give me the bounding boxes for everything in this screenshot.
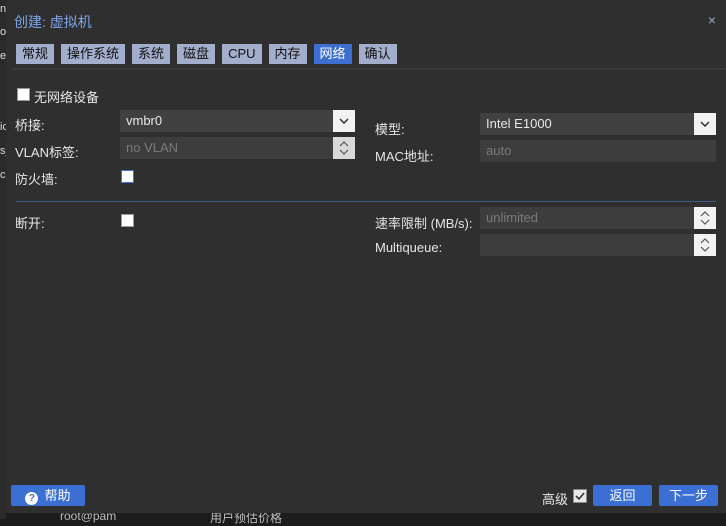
check-icon <box>575 492 585 501</box>
disconnect-checkbox[interactable] <box>121 214 134 227</box>
spinner-icon[interactable] <box>694 207 716 229</box>
multiqueue-input[interactable] <box>480 234 716 256</box>
help-button[interactable]: ? 帮助 <box>11 485 85 506</box>
question-icon: ? <box>25 492 39 505</box>
background-text: c <box>0 169 6 181</box>
tab-os[interactable]: 操作系统 <box>61 44 126 64</box>
model-value: Intel E1000 <box>486 116 552 131</box>
no-network-label: 无网络设备 <box>34 90 100 105</box>
no-network-checkbox[interactable] <box>17 88 30 101</box>
spinner-icon[interactable] <box>333 137 355 159</box>
tab-memory[interactable]: 内存 <box>268 44 307 64</box>
create-vm-dialog: 创建: 虚拟机 × 常规 操作系统 系统 磁盘 CPU 内存 网络 确认 无网络… <box>6 0 726 513</box>
tab-system[interactable]: 系统 <box>132 44 171 64</box>
back-button[interactable]: 返回 <box>593 485 652 506</box>
bridge-label: 桥接: <box>15 118 45 133</box>
rate-limit-label: 速率限制 (MB/s): <box>375 216 473 231</box>
section-separator <box>16 201 716 202</box>
advanced-label: 高级 <box>542 492 569 507</box>
vlan-input[interactable]: no VLAN <box>120 137 355 159</box>
tab-disk[interactable]: 磁盘 <box>177 44 216 64</box>
chevron-down-icon[interactable] <box>333 110 355 132</box>
mac-input[interactable]: auto <box>480 140 716 162</box>
dialog-title: 创建: 虚拟机 <box>14 14 92 30</box>
tab-confirm[interactable]: 确认 <box>358 44 397 64</box>
next-button[interactable]: 下一步 <box>659 485 718 506</box>
vlan-placeholder: no VLAN <box>126 140 179 155</box>
chevron-down-icon[interactable] <box>694 113 716 135</box>
model-select[interactable]: Intel E1000 <box>480 113 716 135</box>
spinner-icon[interactable] <box>694 234 716 256</box>
tab-network[interactable]: 网络 <box>313 44 352 64</box>
rate-limit-placeholder: unlimited <box>486 210 539 225</box>
disconnect-label: 断开: <box>15 216 45 231</box>
tab-general[interactable]: 常规 <box>16 44 55 64</box>
mac-placeholder: auto <box>486 143 512 158</box>
mac-label: MAC地址: <box>375 149 434 164</box>
rate-limit-input[interactable]: unlimited <box>480 207 716 229</box>
bridge-select[interactable]: vmbr0 <box>120 110 355 132</box>
firewall-checkbox[interactable] <box>121 170 134 183</box>
tab-cpu[interactable]: CPU <box>222 44 262 64</box>
wizard-tabs: 常规 操作系统 系统 磁盘 CPU 内存 网络 确认 <box>16 44 397 64</box>
tab-divider <box>12 68 726 70</box>
multiqueue-label: Multiqueue: <box>375 240 443 255</box>
vlan-label: VLAN标签: <box>15 145 79 160</box>
close-icon[interactable]: × <box>708 12 716 28</box>
bridge-value: vmbr0 <box>126 113 163 128</box>
model-label: 模型: <box>375 122 405 137</box>
advanced-checkbox[interactable] <box>573 489 587 503</box>
help-button-label: 帮助 <box>44 488 71 503</box>
firewall-label: 防火墙: <box>15 172 58 187</box>
